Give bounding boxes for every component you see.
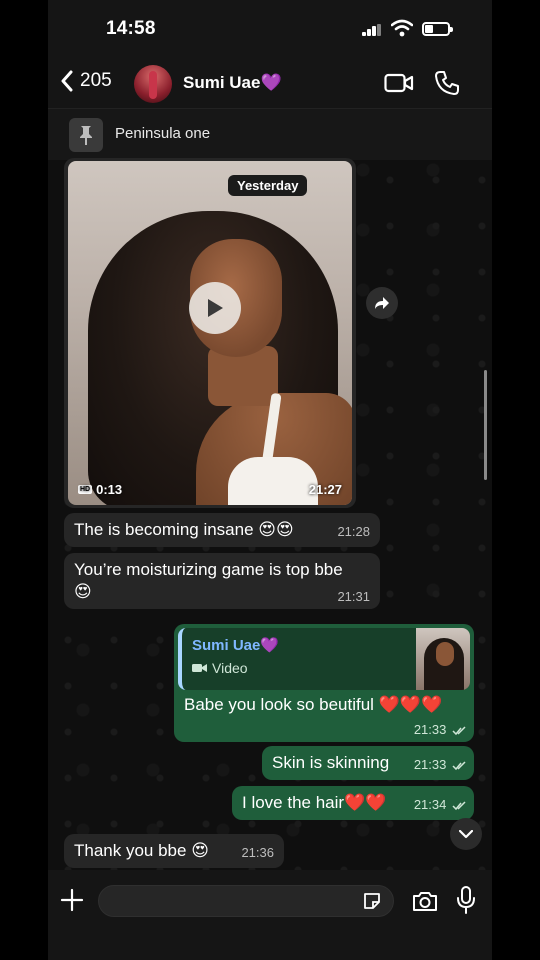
quoted-reply[interactable]: Sumi Uae💜 Video <box>178 628 470 690</box>
chat-screen: 14:58 205 Sumi Uae💜 Peninsula one Yester… <box>48 0 492 960</box>
message-time: 21:34 <box>414 797 466 812</box>
plus-icon[interactable] <box>60 888 84 912</box>
clock: 14:58 <box>106 18 156 39</box>
double-check-icon <box>452 801 466 810</box>
video-camera-icon[interactable] <box>384 72 414 94</box>
message-time: 21:36 <box>241 845 274 860</box>
cellular-signal-icon <box>362 24 382 36</box>
pin-icon <box>69 118 103 152</box>
message-time: 21:28 <box>337 524 370 539</box>
message-time: 21:27 <box>308 482 342 497</box>
forward-icon <box>375 297 389 309</box>
message-text: The is becoming insane 😍😍 <box>74 520 294 539</box>
sticker-icon[interactable] <box>362 891 382 911</box>
video-thumbnail: Yesterday HD 0:13 21:27 <box>68 161 352 505</box>
chevron-left-icon <box>61 70 73 92</box>
hd-badge: HD <box>78 485 93 494</box>
quoted-type: Video <box>192 660 248 676</box>
unread-count: 205 <box>80 70 112 91</box>
camera-icon[interactable] <box>412 890 438 912</box>
avatar[interactable] <box>134 65 172 103</box>
right-letterbox <box>492 0 540 960</box>
message-bubble-incoming[interactable]: The is becoming insane 😍😍 21:28 <box>64 513 380 547</box>
scroll-to-bottom-button[interactable] <box>450 818 482 850</box>
message-bubble-incoming[interactable]: Thank you bbe 😍 21:36 <box>64 834 284 868</box>
play-button[interactable] <box>189 282 241 334</box>
video-duration: HD 0:13 <box>78 482 122 497</box>
microphone-icon[interactable] <box>456 886 476 914</box>
quoted-thumbnail <box>416 628 470 690</box>
message-bubble-outgoing[interactable]: I love the hair❤️❤️ 21:34 <box>232 786 474 820</box>
quoted-type-label: Video <box>212 660 248 676</box>
double-check-icon <box>452 761 466 770</box>
message-bubble-outgoing[interactable]: Sumi Uae💜 Video Babe you look so beutifu… <box>174 624 474 742</box>
message-time: 21:33 <box>414 722 466 737</box>
chevron-down-icon <box>459 829 473 838</box>
quoted-sender: Sumi Uae💜 <box>192 637 280 654</box>
message-text: You’re moisturizing game is top bbe <box>74 560 343 579</box>
message-text: I love the hair❤️❤️ <box>242 793 387 812</box>
message-bubble-outgoing[interactable]: Skin is skinning 21:33 <box>262 746 474 780</box>
pinned-message-bar[interactable]: Peninsula one <box>48 108 492 160</box>
message-time: 21:31 <box>337 589 370 604</box>
date-chip: Yesterday <box>228 175 308 196</box>
left-letterbox <box>0 0 48 960</box>
pinned-text: Peninsula one <box>115 125 211 142</box>
message-bubble-incoming[interactable]: You’re moisturizing game is top bbe 😍 21… <box>64 553 380 609</box>
status-bar: 14:58 <box>48 0 492 60</box>
phone-icon[interactable] <box>434 70 460 96</box>
forward-button[interactable] <box>366 287 398 319</box>
message-emoji: 😍 <box>74 582 92 601</box>
message-time: 21:33 <box>414 757 466 772</box>
message-text: Thank you bbe 😍 <box>74 841 209 860</box>
battery-icon <box>422 22 453 36</box>
duration-text: 0:13 <box>96 482 123 497</box>
scrollbar[interactable] <box>484 370 487 480</box>
video-message[interactable]: Yesterday HD 0:13 21:27 <box>64 158 356 508</box>
message-text: Skin is skinning <box>272 753 390 772</box>
message-input[interactable] <box>98 885 394 917</box>
double-check-icon <box>452 726 466 735</box>
video-camera-icon <box>192 664 207 672</box>
composer-bar <box>48 870 492 960</box>
message-text: Babe you look so beutiful ❤️❤️❤️ <box>184 695 443 714</box>
chat-header: 205 Sumi Uae💜 <box>48 60 492 108</box>
contact-name[interactable]: Sumi Uae💜 <box>183 73 282 93</box>
play-icon <box>208 299 223 317</box>
wifi-icon <box>391 19 413 37</box>
back-button[interactable]: 205 <box>60 70 112 92</box>
